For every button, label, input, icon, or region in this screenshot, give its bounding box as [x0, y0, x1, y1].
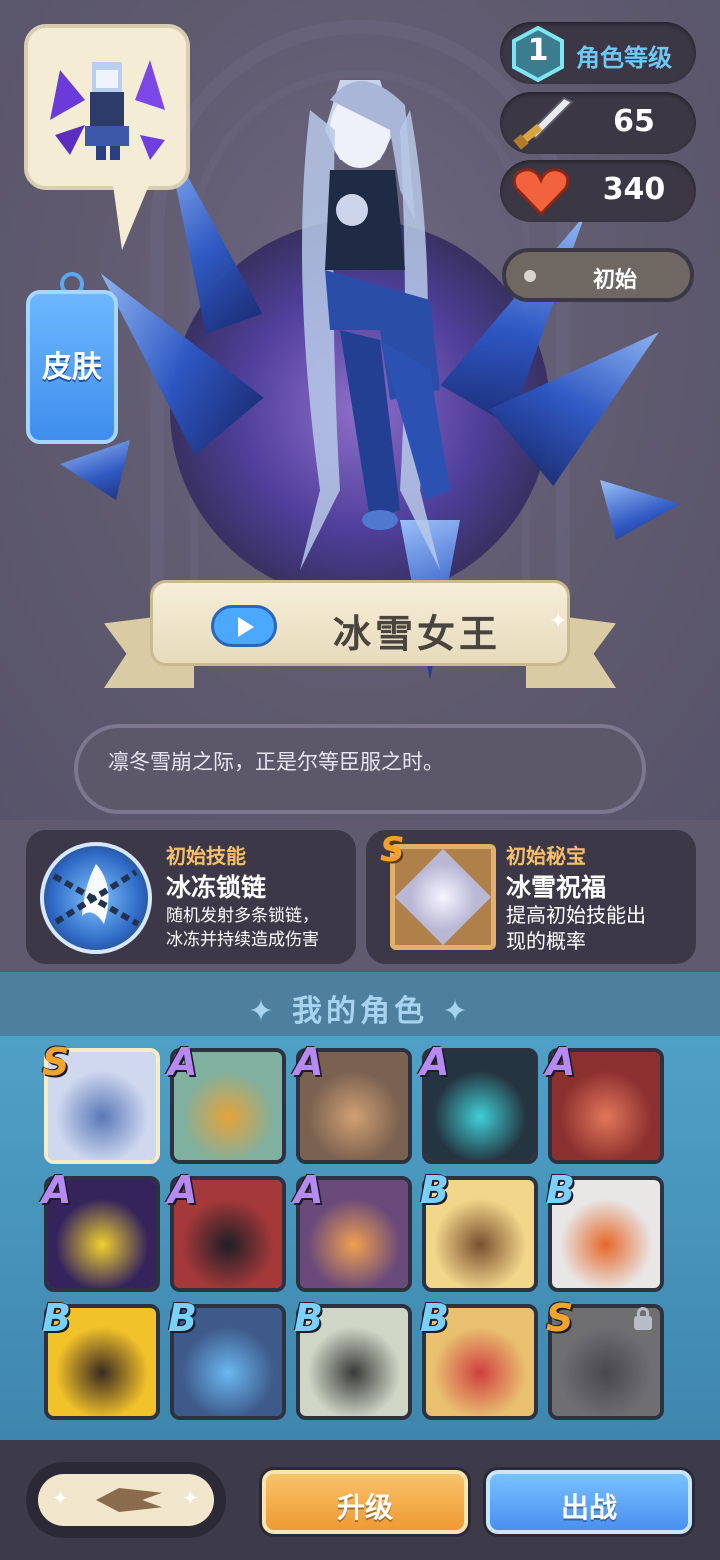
- skin-button[interactable]: 皮肤: [26, 272, 118, 444]
- roles-grid: S A A A A A A A B B B B B B S: [0, 1036, 720, 1440]
- deploy-button[interactable]: 出战: [486, 1470, 692, 1534]
- back-button[interactable]: ✦ ✦: [26, 1462, 226, 1538]
- role-rank-badge: S: [546, 1296, 574, 1340]
- lock-icon: [634, 1307, 652, 1330]
- skill-desc-line: 随机发射多条锁链，: [166, 906, 319, 926]
- role-rank-badge: A: [546, 1040, 576, 1084]
- role-rank-badge: A: [168, 1040, 198, 1084]
- play-voice-button[interactable]: [211, 605, 277, 647]
- ice-crystal: [60, 440, 130, 500]
- role-rank-badge: A: [294, 1040, 324, 1084]
- role-rank-badge: B: [42, 1296, 71, 1340]
- role-rank-badge: A: [294, 1168, 324, 1212]
- role-rank-badge: B: [420, 1168, 449, 1212]
- hero-name: 冰雪女王: [332, 612, 501, 656]
- treasure-desc: 提高初始技能出 现的概率: [506, 902, 686, 954]
- initial-treasure-card[interactable]: S 初始秘宝 冰雪祝福 提高初始技能出 现的概率: [366, 830, 696, 964]
- treasure-name: 冰雪祝福: [506, 873, 607, 902]
- hero-showcase: 皮肤 1 角色等级 65 340 初始 冰雪女王 ✦ 凛冬雪崩之际，正是尔等臣服…: [0, 0, 720, 820]
- initial-skill-card[interactable]: 初始技能 冰冻锁链 随机发射多条锁链， 冰冻并持续造成伤害: [26, 830, 356, 964]
- role-tile[interactable]: A: [168, 1168, 286, 1292]
- hero-quote: 凛冬雪崩之际，正是尔等臣服之时。: [108, 750, 444, 774]
- role-tile[interactable]: A: [294, 1168, 412, 1292]
- snow-gem-icon: [394, 848, 492, 946]
- my-roles-label: 我的角色: [292, 994, 428, 1029]
- level-value: 1: [527, 33, 549, 68]
- role-tile[interactable]: B: [420, 1168, 538, 1292]
- treasure-desc-line: 提高初始技能出: [506, 903, 646, 927]
- hero-portrait-bubble[interactable]: [24, 24, 190, 250]
- attack-value: 65: [613, 104, 655, 139]
- sword-icon: [513, 96, 574, 150]
- my-roles-title: ✦ 我的角色 ✦: [0, 986, 720, 1030]
- back-arrow-icon: [96, 1488, 162, 1512]
- level-label: 角色等级: [576, 44, 672, 72]
- deploy-label: 出战: [560, 1491, 617, 1524]
- skill-desc-line: 冰冻并持续造成伤害: [166, 930, 319, 950]
- skin-state-toggle[interactable]: 初始: [502, 248, 694, 302]
- upgrade-button[interactable]: 升级: [262, 1470, 468, 1534]
- upgrade-label: 升级: [336, 1491, 393, 1524]
- treasure-rank-badge: S: [380, 830, 405, 870]
- treasure-tag: 初始秘宝: [506, 844, 586, 868]
- role-tile[interactable]: B: [420, 1296, 538, 1420]
- level-pill: 1 角色等级: [500, 22, 696, 84]
- skin-label: 皮肤: [42, 350, 102, 385]
- sparkle-icon: ✦: [549, 609, 568, 634]
- role-tile[interactable]: B: [546, 1168, 664, 1292]
- role-tile[interactable]: B: [168, 1296, 286, 1420]
- role-rank-badge: A: [420, 1040, 450, 1084]
- my-roles-header: ✦ 我的角色 ✦: [0, 972, 720, 1036]
- role-rank-badge: A: [168, 1168, 198, 1212]
- hp-pill: 340: [500, 160, 696, 222]
- sparkle-icon: ✦: [52, 1486, 69, 1510]
- role-tile[interactable]: B: [294, 1296, 412, 1420]
- ice-queen-figure: [300, 80, 450, 570]
- sparkle-icon: ✦: [182, 1486, 199, 1510]
- role-rank-badge: B: [294, 1296, 323, 1340]
- fish-ornament-icon: ✦: [248, 994, 292, 1029]
- treasure-icon: [390, 844, 496, 950]
- role-rank-badge: A: [42, 1168, 72, 1212]
- toggle-dot: [524, 270, 536, 282]
- role-tile[interactable]: S: [42, 1040, 160, 1164]
- ribbon-body: 冰雪女王 ✦: [150, 580, 570, 666]
- treasure-desc-line: 现的概率: [506, 929, 586, 953]
- skin-state-label: 初始: [592, 268, 637, 293]
- role-tile[interactable]: A: [294, 1040, 412, 1164]
- role-rank-badge: S: [42, 1040, 70, 1084]
- fish-ornament-icon: ✦: [428, 994, 472, 1029]
- role-tile[interactable]: B: [42, 1296, 160, 1420]
- role-tile[interactable]: A: [168, 1040, 286, 1164]
- hero-name-ribbon: 冰雪女王 ✦: [104, 572, 616, 696]
- skill-tag: 初始技能: [166, 844, 246, 868]
- hero-quote-box: 凛冬雪崩之际，正是尔等臣服之时。: [74, 724, 646, 814]
- role-tile[interactable]: A: [42, 1168, 160, 1292]
- skill-name: 冰冻锁链: [166, 873, 267, 902]
- hp-value: 340: [602, 172, 666, 207]
- role-tile[interactable]: S: [546, 1296, 664, 1420]
- chain-skill-icon: [40, 842, 152, 954]
- role-rank-badge: B: [420, 1296, 449, 1340]
- pixel-hero-sprite: [50, 60, 165, 160]
- ice-crystal: [600, 480, 680, 540]
- role-rank-badge: B: [168, 1296, 197, 1340]
- role-tile[interactable]: A: [420, 1040, 538, 1164]
- skill-desc: 随机发射多条锁链， 冰冻并持续造成伤害: [166, 904, 346, 952]
- bottom-action-bar: ✦ ✦ 升级 出战: [0, 1440, 720, 1560]
- back-button-inner: ✦ ✦: [38, 1474, 214, 1526]
- heart-icon: [512, 168, 570, 217]
- role-tile[interactable]: A: [546, 1040, 664, 1164]
- role-rank-badge: B: [546, 1168, 575, 1212]
- attack-pill: 65: [500, 92, 696, 154]
- bubble-tail: [112, 178, 152, 250]
